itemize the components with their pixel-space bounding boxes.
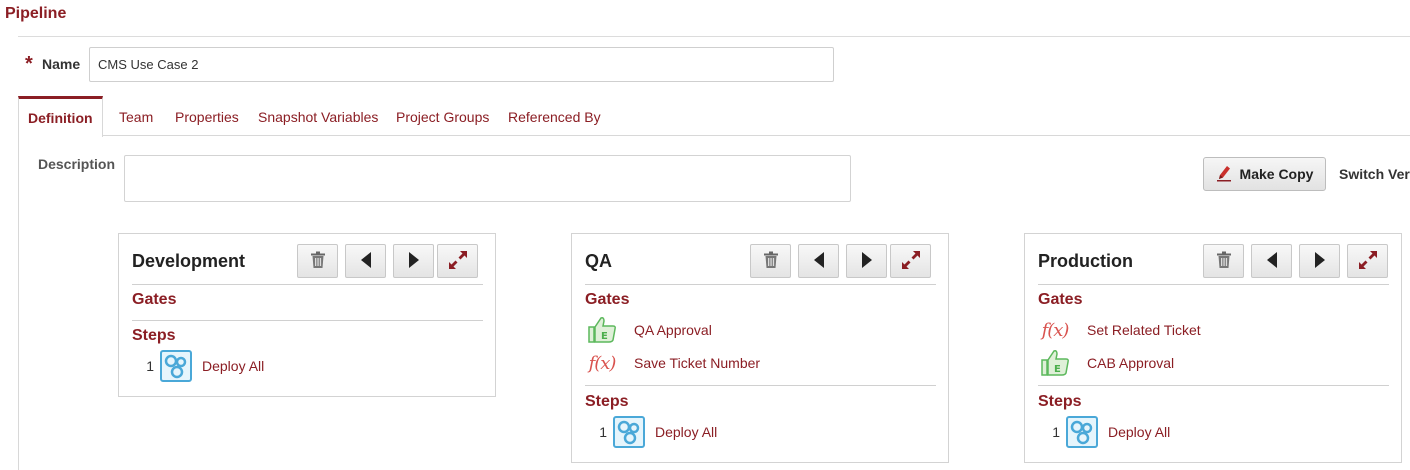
trash-icon bbox=[1216, 251, 1232, 272]
gate-link[interactable]: Save Ticket Number bbox=[634, 355, 760, 371]
page-title: Pipeline bbox=[5, 5, 67, 22]
svg-text:E: E bbox=[1054, 364, 1061, 375]
step-link[interactable]: Deploy All bbox=[202, 358, 264, 374]
step-number: 1 bbox=[1052, 424, 1060, 440]
arrow-right-icon bbox=[860, 251, 874, 272]
gate-row: E CAB Approval bbox=[1038, 348, 1174, 378]
expand-icon bbox=[1358, 250, 1378, 273]
gate-link[interactable]: CAB Approval bbox=[1087, 355, 1174, 371]
make-copy-label: Make Copy bbox=[1239, 166, 1314, 182]
expand-icon bbox=[901, 250, 921, 273]
delete-stage-button[interactable] bbox=[750, 244, 791, 278]
trash-icon bbox=[310, 251, 326, 272]
step-row: 1 Deploy All bbox=[132, 350, 264, 382]
stage-card-production: Production Gates f(x) Set Related Ticket… bbox=[1024, 233, 1402, 463]
tab-properties[interactable]: Properties bbox=[175, 96, 239, 136]
switch-version-link[interactable]: Switch Ver bbox=[1339, 166, 1410, 182]
gate-link[interactable]: QA Approval bbox=[634, 322, 712, 338]
move-stage-right-button[interactable] bbox=[1299, 244, 1340, 278]
name-input[interactable] bbox=[89, 47, 834, 82]
delete-stage-button[interactable] bbox=[297, 244, 338, 278]
stage-title: Production bbox=[1038, 251, 1133, 271]
arrow-right-icon bbox=[407, 251, 421, 272]
thumbs-up-approval-icon: E bbox=[585, 315, 619, 345]
gate-link[interactable]: Set Related Ticket bbox=[1087, 322, 1201, 338]
steps-heading: Steps bbox=[1038, 393, 1082, 410]
gate-row: E QA Approval bbox=[585, 315, 712, 345]
deploy-step-icon bbox=[160, 350, 192, 382]
stage-card-qa: QA Gates E QA Approval f(x) Save Ticket … bbox=[571, 233, 949, 463]
function-icon: f(x) bbox=[588, 352, 617, 374]
step-row: 1 Deploy All bbox=[585, 416, 717, 448]
arrow-right-icon bbox=[1313, 251, 1327, 272]
tab-bar: Definition Team Properties Snapshot Vari… bbox=[18, 96, 1410, 137]
stage-divider bbox=[1038, 284, 1389, 285]
step-link[interactable]: Deploy All bbox=[655, 424, 717, 440]
delete-stage-button[interactable] bbox=[1203, 244, 1244, 278]
deploy-step-icon bbox=[613, 416, 645, 448]
move-stage-left-button[interactable] bbox=[1251, 244, 1292, 278]
gates-divider bbox=[132, 320, 483, 321]
required-marker: * bbox=[25, 53, 33, 75]
thumbs-up-approval-icon: E bbox=[1038, 348, 1072, 378]
pencil-icon bbox=[1216, 164, 1232, 185]
stage-divider bbox=[132, 284, 483, 285]
step-link[interactable]: Deploy All bbox=[1108, 424, 1170, 440]
make-copy-button[interactable]: Make Copy bbox=[1203, 157, 1326, 191]
gates-heading: Gates bbox=[132, 291, 177, 308]
name-label: Name bbox=[42, 56, 81, 72]
function-icon: f(x) bbox=[1041, 319, 1070, 341]
steps-heading: Steps bbox=[132, 327, 176, 344]
tab-project-groups[interactable]: Project Groups bbox=[396, 96, 489, 136]
arrow-left-icon bbox=[359, 251, 373, 272]
description-input[interactable] bbox=[124, 155, 851, 202]
description-label: Description bbox=[38, 156, 116, 172]
deploy-step-icon bbox=[1066, 416, 1098, 448]
tab-snapshot-variables[interactable]: Snapshot Variables bbox=[258, 96, 378, 136]
tab-referenced-by[interactable]: Referenced By bbox=[508, 96, 601, 136]
gates-divider bbox=[1038, 385, 1389, 386]
arrow-left-icon bbox=[1265, 251, 1279, 272]
stage-title: QA bbox=[585, 251, 612, 271]
stage-card-development: Development Gates Steps 1 Deploy All bbox=[118, 233, 496, 397]
step-row: 1 Deploy All bbox=[1038, 416, 1170, 448]
move-stage-left-button[interactable] bbox=[798, 244, 839, 278]
expand-stage-button[interactable] bbox=[890, 244, 931, 278]
trash-icon bbox=[763, 251, 779, 272]
move-stage-left-button[interactable] bbox=[345, 244, 386, 278]
move-stage-right-button[interactable] bbox=[393, 244, 434, 278]
header-divider bbox=[18, 36, 1410, 37]
tab-definition[interactable]: Definition bbox=[18, 96, 103, 137]
expand-stage-button[interactable] bbox=[1347, 244, 1388, 278]
gates-divider bbox=[585, 385, 936, 386]
expand-icon bbox=[448, 250, 468, 273]
svg-text:E: E bbox=[601, 331, 608, 342]
step-number: 1 bbox=[146, 358, 154, 374]
steps-heading: Steps bbox=[585, 393, 629, 410]
arrow-left-icon bbox=[812, 251, 826, 272]
tab-team[interactable]: Team bbox=[119, 96, 153, 136]
gate-row: f(x) Save Ticket Number bbox=[585, 348, 761, 378]
move-stage-right-button[interactable] bbox=[846, 244, 887, 278]
stage-title: Development bbox=[132, 251, 246, 271]
step-number: 1 bbox=[599, 424, 607, 440]
gate-row: f(x) Set Related Ticket bbox=[1038, 315, 1201, 345]
gates-heading: Gates bbox=[1038, 291, 1083, 308]
stage-divider bbox=[585, 284, 936, 285]
gates-heading: Gates bbox=[585, 291, 630, 308]
expand-stage-button[interactable] bbox=[437, 244, 478, 278]
